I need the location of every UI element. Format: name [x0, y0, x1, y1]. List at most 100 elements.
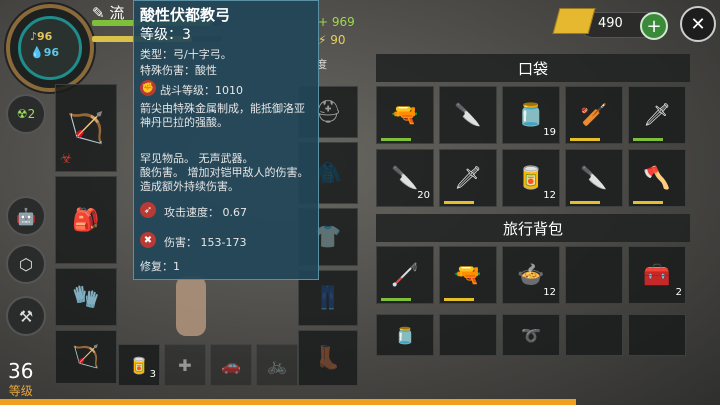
quick-slot-medkit[interactable]: ✚	[164, 344, 206, 386]
pocket-slot[interactable]: 🫙 19	[502, 86, 560, 144]
tooltip-combat-level: 战斗等级：1010	[160, 84, 243, 97]
health-stat: + 969	[318, 15, 355, 29]
tooltip-repair: 修复：1	[140, 260, 180, 273]
tooltip-type: 类型：弓/十字弓。	[140, 48, 232, 61]
equip-slot-backpack[interactable]: 🎒	[55, 176, 117, 264]
pocket-slot[interactable]: 🪓	[628, 149, 686, 207]
pocket-slot[interactable]: 🗡	[628, 86, 686, 144]
cleaver-icon: 🔪	[580, 165, 608, 191]
backpack-slot-partial[interactable]	[628, 314, 686, 356]
canister-icon: 🥫	[129, 355, 149, 375]
food-value: 96	[37, 30, 53, 43]
player-level: 36 等级	[8, 360, 33, 399]
equip-slot-boots[interactable]: 👢	[298, 330, 358, 386]
axe-icon: 🪓	[643, 165, 671, 191]
backpack-section-header: 旅行背包	[376, 214, 690, 242]
durability-bar	[444, 298, 474, 301]
food-stat: ♪96	[30, 30, 53, 43]
close-button[interactable]: ✕	[680, 6, 716, 42]
biohazard-icon: ☣	[60, 151, 73, 167]
bow-icon: 🏹	[67, 110, 105, 146]
item-count: 20	[417, 190, 430, 201]
car-icon: 🚗	[221, 355, 241, 375]
backpack-icon: 🎒	[72, 207, 100, 233]
pocket-slot[interactable]: 🔪 20	[376, 149, 434, 207]
pocket-slot[interactable]: 🏏	[565, 86, 623, 144]
jar-icon: 🫙	[395, 325, 415, 345]
backpack-slot-partial[interactable]	[565, 314, 623, 356]
equip-slot-quiver[interactable]: 🏹	[55, 330, 117, 384]
throwing-knives-icon: 🔪	[391, 165, 419, 191]
tooltip-grade: 等级：3	[140, 27, 191, 43]
quick-slot-bike[interactable]: 🚲	[256, 344, 298, 386]
pocket-slot[interactable]: 🗡	[439, 149, 497, 207]
rifle-icon: 🔫	[454, 262, 482, 288]
medkit-icon: ✚	[178, 355, 192, 375]
backpack-slot[interactable]: 🍲 12	[502, 246, 560, 304]
level-label: 等级	[8, 384, 33, 398]
tooltip-title: 酸性伏都教弓	[140, 6, 231, 24]
energy-value: 90	[330, 33, 346, 47]
health-value: 969	[331, 15, 355, 29]
crowbar-icon: 🦯	[391, 262, 419, 288]
experience-bar	[0, 399, 576, 405]
stew-bowl-icon: 🍲	[517, 262, 545, 288]
bandage-pack-icon: 🧰	[643, 262, 671, 288]
tooltip-acid-description: 酸伤害。 增加对铠甲敌人的伤害。 造成额外持续伤害。	[140, 166, 309, 193]
pants-icon: 👖	[314, 285, 342, 311]
anvil-icon[interactable]: ⚒	[6, 296, 46, 336]
backpack-slot-partial[interactable]	[439, 314, 497, 356]
fist-icon: ✊	[140, 80, 156, 96]
add-gold-button[interactable]: +	[640, 12, 668, 40]
quick-slot-car[interactable]: 🚗	[210, 344, 252, 386]
gold-bar-icon	[552, 8, 596, 34]
durability-bar	[570, 201, 600, 204]
backpack-slot-partial[interactable]: 🫙	[376, 314, 434, 356]
pocket-slot[interactable]: 🥫 12	[502, 149, 560, 207]
item-count: 12	[543, 287, 556, 298]
pocket-slot[interactable]: 🔪	[439, 86, 497, 144]
water-value: 96	[43, 46, 60, 59]
durability-bar	[633, 201, 663, 204]
quick-slot-can[interactable]: 🥫 3	[118, 344, 160, 386]
backpack-slot[interactable]	[565, 246, 623, 304]
gloves-icon: 🧤	[72, 284, 100, 310]
quiver-icon: 🏹	[72, 344, 100, 370]
item-count: 19	[543, 127, 556, 138]
rope-icon: ➰	[521, 325, 541, 345]
tooltip-description: 箭尖由特殊金属制成，能抵御洛亚神丹巴拉的强酸。	[140, 102, 305, 129]
tooltip-rarity: 罕见物品。 无声武器。	[140, 152, 254, 165]
backpack-slot[interactable]: 🦯	[376, 246, 434, 304]
bike-icon: 🚲	[267, 355, 287, 375]
tooltip-damage: 伤害： 153-173	[164, 236, 247, 249]
pistol-icon: 🔫	[391, 102, 419, 128]
character-legs	[176, 276, 206, 336]
pocket-section-header: 口袋	[376, 54, 690, 82]
backpack-slot-partial[interactable]: ➰	[502, 314, 560, 356]
boots-icon: 👢	[314, 345, 342, 371]
item-count: 12	[543, 190, 556, 201]
pocket-slot[interactable]: 🔪	[565, 149, 623, 207]
level-number: 36	[8, 359, 34, 383]
quick-slot-count: 3	[149, 369, 156, 380]
equip-slot-gloves[interactable]: 🧤	[55, 268, 117, 326]
radiation-value: 2	[27, 107, 36, 121]
flask-icon: 🫙	[517, 102, 545, 128]
water-stat: 💧96	[30, 46, 60, 59]
tooltip-special-damage: 特殊伤害：酸性	[140, 64, 217, 77]
canned-food-icon: 🥫	[517, 165, 545, 191]
durability-bar	[570, 138, 600, 141]
cube-icon[interactable]: ⬡	[6, 244, 46, 284]
equip-slot-weapon-bow[interactable]: 🏹 ☣	[55, 84, 117, 172]
tooltip-attack-speed: 攻击速度： 0.67	[164, 206, 247, 219]
durability-bar	[444, 201, 474, 204]
spear-icon: 🗡	[643, 102, 671, 128]
robot-icon[interactable]: 🤖	[6, 196, 46, 236]
pocket-slot[interactable]: 🔫	[376, 86, 434, 144]
durability-bar	[381, 298, 411, 301]
machete-icon: 🗡	[454, 165, 482, 191]
backpack-slot[interactable]: 🔫	[439, 246, 497, 304]
backpack-slot[interactable]: 🧰 2	[628, 246, 686, 304]
radiation-button[interactable]: ☢ 2	[6, 94, 46, 134]
damage-icon: ✖	[140, 232, 156, 248]
